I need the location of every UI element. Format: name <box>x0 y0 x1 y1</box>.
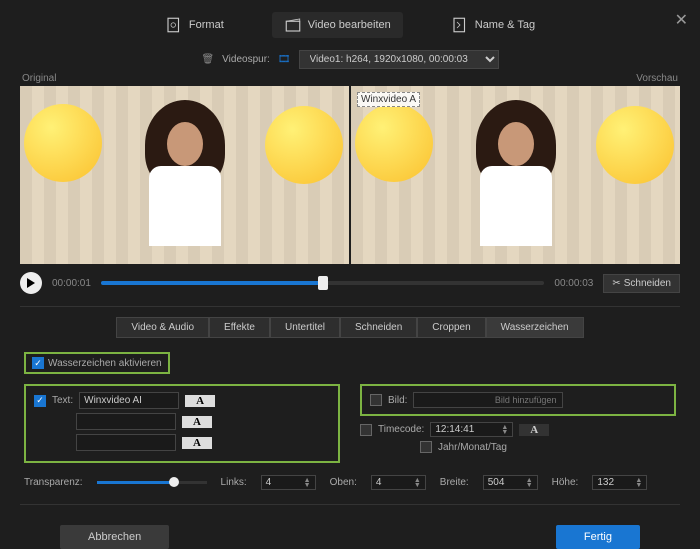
links-label: Links: <box>221 477 247 488</box>
delete-track-icon[interactable]: 🗑 <box>201 54 214 65</box>
gear-file-icon <box>165 16 183 34</box>
font-button-1[interactable]: A <box>185 395 215 407</box>
image-watermark-group: Bild: Bild hinzufügen <box>360 384 676 416</box>
links-spinner[interactable]: 4▲▼ <box>261 475 316 490</box>
time-start: 00:00:01 <box>52 278 91 289</box>
text-input-2[interactable] <box>76 413 176 430</box>
timecode-font-button[interactable]: A <box>519 424 549 436</box>
subtab-effects[interactable]: Effekte <box>209 317 270 338</box>
transparency-slider[interactable] <box>97 481 207 484</box>
enable-watermark-row[interactable]: ✓ Wasserzeichen aktivieren <box>24 352 170 374</box>
seek-bar[interactable] <box>101 281 544 285</box>
font-button-2[interactable]: A <box>182 416 212 428</box>
subtab-subtitles[interactable]: Untertitel <box>270 317 340 338</box>
track-select[interactable]: Video1: h264, 1920x1080, 00:00:03 <box>299 50 499 69</box>
watermark-overlay[interactable]: Winxvideo A <box>357 92 420 107</box>
track-selector-bar: 🗑 Videospur: 🎞 Video1: h264, 1920x1080, … <box>0 46 700 73</box>
timecode-checkbox[interactable] <box>360 424 372 436</box>
done-button[interactable]: Fertig <box>556 525 640 549</box>
film-icon: 🎞 <box>278 54 291 65</box>
text-label: Text: <box>52 395 73 406</box>
preview-output: Winxvideo A <box>351 86 680 264</box>
breite-label: Breite: <box>440 477 469 488</box>
time-end: 00:00:03 <box>554 278 593 289</box>
subtab-cut[interactable]: Schneiden <box>340 317 417 338</box>
font-button-3[interactable]: A <box>182 437 212 449</box>
tab-nametag-label: Name & Tag <box>475 19 535 31</box>
subtab-crop[interactable]: Croppen <box>417 317 485 338</box>
timecode-field[interactable]: 12:14:41▲▼ <box>430 422 513 437</box>
tab-format[interactable]: Format <box>157 12 232 38</box>
scissors-icon: ✂ <box>612 278 620 289</box>
subtab-video-audio[interactable]: Video & Audio <box>116 317 209 338</box>
original-label: Original <box>22 73 56 84</box>
image-path-field[interactable]: Bild hinzufügen <box>413 392 563 408</box>
tab-name-tag[interactable]: Name & Tag <box>443 12 543 38</box>
preview-label: Vorschau <box>636 73 678 84</box>
cancel-button[interactable]: Abbrechen <box>60 525 169 549</box>
tab-edit-video[interactable]: Video bearbeiten <box>272 12 403 38</box>
subtab-watermark[interactable]: Wasserzeichen <box>486 317 584 338</box>
tab-edit-label: Video bearbeiten <box>308 19 391 31</box>
play-button[interactable] <box>20 272 42 294</box>
text-checkbox[interactable]: ✓ <box>34 395 46 407</box>
seek-thumb[interactable] <box>318 276 328 290</box>
transparency-thumb[interactable] <box>169 477 179 487</box>
cut-button[interactable]: ✂Schneiden <box>603 274 680 293</box>
hoehe-spinner[interactable]: 132▲▼ <box>592 475 647 490</box>
breite-spinner[interactable]: 504▲▼ <box>483 475 538 490</box>
clapper-icon <box>284 16 302 34</box>
text-input-3[interactable] <box>76 434 176 451</box>
image-checkbox[interactable] <box>370 394 382 406</box>
image-label: Bild: <box>388 395 407 406</box>
hoehe-label: Höhe: <box>552 477 579 488</box>
tab-format-label: Format <box>189 19 224 31</box>
text-watermark-group: ✓ Text: A A A <box>24 384 340 463</box>
oben-label: Oben: <box>330 477 357 488</box>
track-label: Videospur: <box>222 54 270 65</box>
transparency-label: Transparenz: <box>24 477 83 488</box>
tag-file-icon <box>451 16 469 34</box>
enable-watermark-label: Wasserzeichen aktivieren <box>48 358 162 369</box>
ymd-checkbox[interactable] <box>420 441 432 453</box>
close-icon[interactable]: ✕ <box>675 10 688 30</box>
enable-watermark-checkbox[interactable]: ✓ <box>32 357 44 369</box>
oben-spinner[interactable]: 4▲▼ <box>371 475 426 490</box>
text-input[interactable] <box>79 392 179 409</box>
timecode-label: Timecode: <box>378 424 424 435</box>
ymd-label: Jahr/Monat/Tag <box>438 442 507 453</box>
preview-original <box>20 86 349 264</box>
